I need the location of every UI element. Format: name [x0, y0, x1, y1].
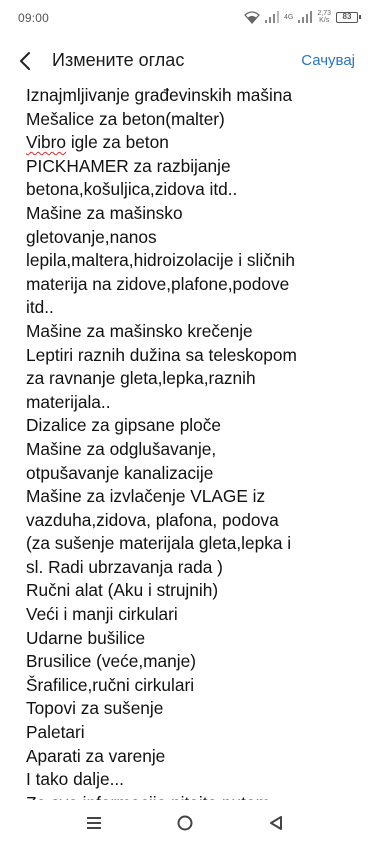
text-line: Mašine za mašinsko [26, 202, 183, 223]
text-line: Vibro igle za beton [26, 131, 356, 155]
text-line: Aparati za varenje [26, 745, 166, 766]
status-icons: 4G 2,73 K/s 83 [244, 8, 361, 26]
text-line: Šrafilice,ručni cirkulari [26, 674, 195, 695]
text-line: sl. Radi ubrzavanja rada ) [26, 556, 223, 577]
text-line: Veći i manji cirkulari [26, 604, 178, 625]
text-line: Brusilice (veće,manje) [26, 651, 196, 672]
text-line: I tako dalje... [26, 769, 124, 790]
battery-icon: 83 [336, 11, 361, 23]
network-type: 4G [284, 13, 294, 21]
text-line: betona,košuljica,zidova itd.. [26, 179, 238, 200]
misspelled-word: Vibro [26, 132, 67, 153]
app-header: Измените оглас Сачувај [0, 36, 370, 86]
text-line: Za sve informacije pitajte putem [26, 792, 356, 800]
text-line: Udarne bušilice [26, 627, 146, 648]
system-nav-bar [0, 800, 370, 843]
text-line: materija na zidove,plafone,podove [26, 273, 290, 294]
text-line: lepila,maltera,hidroizolacije i sličnih [26, 250, 295, 271]
menu-icon [87, 817, 101, 829]
text-line: Mašine za izvlačenje VLAGE iz [26, 486, 266, 507]
wifi-icon [244, 11, 260, 24]
text-segment: igle za beton [66, 132, 169, 153]
text-line: materijala.. [26, 391, 111, 412]
home-circle-icon [177, 815, 193, 831]
signal-icon [265, 11, 280, 23]
status-bar: 09:00 4G 2,73 K/s 83 [0, 0, 370, 36]
status-time: 09:00 [18, 11, 50, 25]
text-line: Leptiri raznih dužina sa teleskopom [26, 344, 297, 365]
text-line: otpušavanje kanalizacije [26, 462, 214, 483]
ad-description-textarea[interactable]: Iznajmljivanje građevinskih mašina Mešal… [26, 84, 356, 800]
text-line: za ravnanje gleta,lepka,raznih [26, 368, 256, 389]
network-speed: 2,73 K/s [317, 10, 331, 24]
text-line: Dizalice za gipsane ploče [26, 415, 222, 436]
battery-level: 83 [342, 11, 352, 21]
text-line: Mašine za mašinsko krečenje [26, 320, 253, 341]
system-back-button[interactable] [256, 812, 296, 834]
text-line: PICKHAMER za razbijanje [26, 155, 231, 176]
text-line: Paletari [26, 722, 85, 743]
page-title: Измените оглас [52, 50, 185, 70]
home-button[interactable] [165, 812, 205, 834]
recent-apps-button[interactable] [74, 812, 114, 834]
network-speed-unit: K/s [319, 17, 330, 24]
text-line: Ručni alat (Aku i strujnih) [26, 580, 219, 601]
text-line: Mašine za odglušavanje, [26, 438, 217, 459]
signal-icon-2 [298, 11, 313, 23]
text-line: Topovi za sušenje [26, 698, 164, 719]
text-line: gletovanje,nanos [26, 226, 157, 247]
text-line: Mešalice za beton(malter) [26, 108, 225, 129]
network-speed-value: 2,73 [317, 10, 331, 17]
chevron-left-icon [20, 52, 30, 70]
network-type-label: 4G [284, 14, 293, 21]
back-button[interactable] [10, 46, 40, 76]
text-line: (za sušenje materijala gleta,lepka i [26, 533, 292, 554]
save-button[interactable]: Сачувај [301, 52, 355, 69]
back-triangle-icon [270, 816, 282, 830]
text-line: itd.. [26, 297, 54, 318]
text-line: vazduha,zidova, plafona, podova [26, 509, 279, 530]
text-line: Iznajmljivanje građevinskih mašina [26, 85, 293, 105]
